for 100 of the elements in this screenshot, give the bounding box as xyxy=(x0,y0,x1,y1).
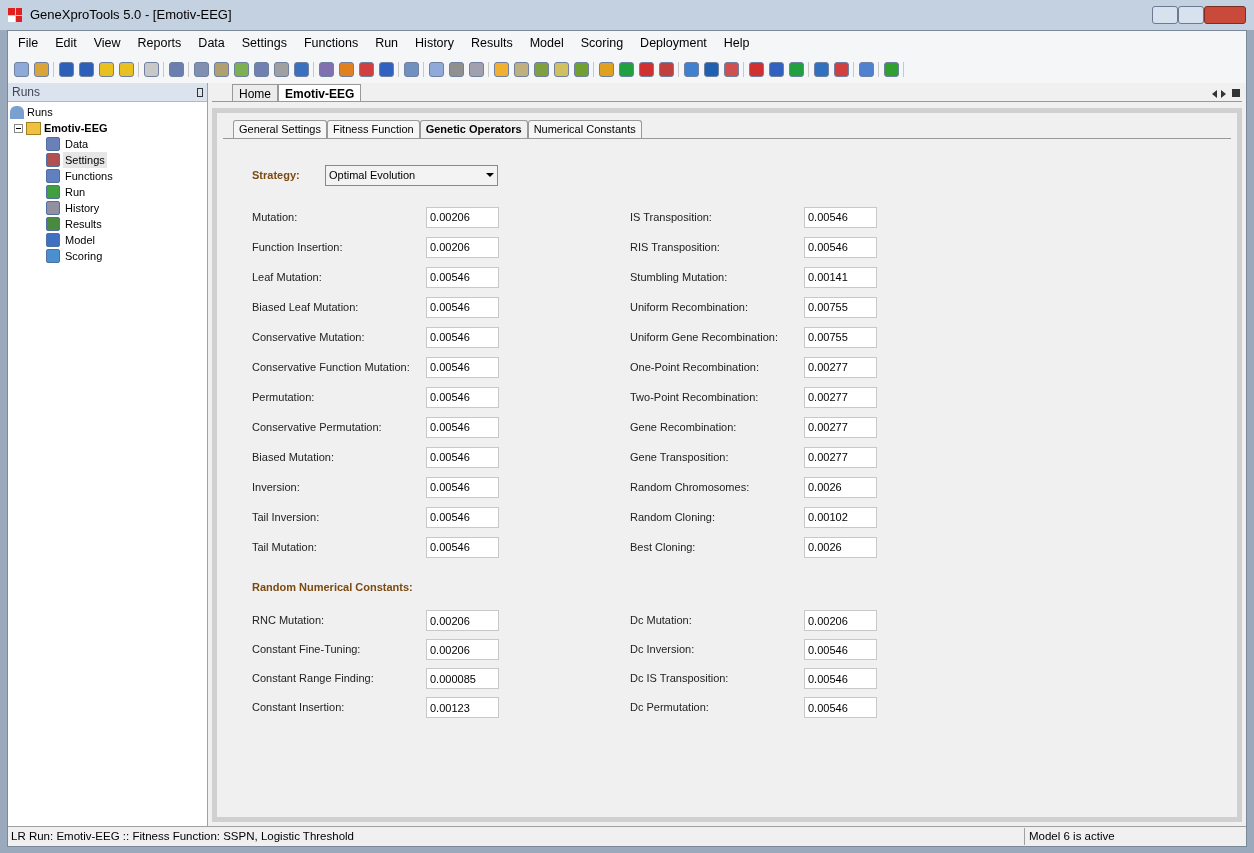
menu-item[interactable]: Data xyxy=(198,33,225,53)
toolbar-button[interactable] xyxy=(79,61,94,77)
input-field[interactable]: 0.00546 xyxy=(426,416,499,438)
menu-item[interactable]: Settings xyxy=(241,33,287,53)
toolbar-button[interactable] xyxy=(704,61,719,77)
toolbar-button[interactable] xyxy=(749,61,764,77)
toolbar-button[interactable] xyxy=(599,61,614,77)
tree-item[interactable]: Scoring xyxy=(63,247,105,265)
input-field[interactable]: 0.000085 xyxy=(426,668,499,689)
menu-item[interactable]: Scoring xyxy=(580,33,624,53)
input-field[interactable]: 0.00546 xyxy=(804,697,877,718)
toolbar-button[interactable] xyxy=(884,61,899,77)
toolbar-button[interactable] xyxy=(574,61,589,77)
tree-item[interactable]: Runs xyxy=(27,103,53,121)
input-field[interactable]: 0.00206 xyxy=(426,206,499,228)
settings-tab[interactable]: Fitness Function xyxy=(326,120,420,138)
collapse-toggle[interactable] xyxy=(14,123,23,133)
strategy-dropdown[interactable]: Optimal Evolution xyxy=(325,164,498,186)
tree-item[interactable]: Model xyxy=(63,231,97,249)
toolbar-button[interactable] xyxy=(294,61,309,77)
tree-item[interactable]: Run xyxy=(63,183,88,201)
tree-item[interactable]: Data xyxy=(63,135,91,153)
toolbar-button[interactable] xyxy=(554,61,569,77)
tree-item[interactable]: Functions xyxy=(63,167,115,185)
scroll-right-icon[interactable] xyxy=(1221,90,1226,98)
settings-tab[interactable]: Genetic Operators xyxy=(419,120,528,138)
input-field[interactable]: 0.00277 xyxy=(804,356,877,378)
document-tab[interactable]: Emotiv-EEG xyxy=(278,84,362,101)
toolbar-button[interactable] xyxy=(724,61,739,77)
maximize-button[interactable] xyxy=(1178,6,1204,24)
input-field[interactable]: 0.00123 xyxy=(426,697,499,718)
toolbar-button[interactable] xyxy=(319,61,334,77)
toolbar-button[interactable] xyxy=(339,61,354,77)
scroll-left-icon[interactable] xyxy=(1212,90,1217,98)
toolbar-button[interactable] xyxy=(449,61,464,77)
tree-item[interactable]: Emotiv-EEG xyxy=(44,119,108,137)
input-field[interactable]: 0.00206 xyxy=(804,610,877,631)
toolbar-button[interactable] xyxy=(214,61,229,77)
input-field[interactable]: 0.00546 xyxy=(426,266,499,288)
toolbar-button[interactable] xyxy=(144,61,159,77)
input-field[interactable]: 0.0026 xyxy=(804,536,877,558)
input-field[interactable]: 0.00141 xyxy=(804,266,877,288)
input-field[interactable]: 0.00546 xyxy=(804,639,877,660)
input-field[interactable]: 0.00546 xyxy=(804,668,877,689)
menu-item[interactable]: Help xyxy=(723,33,750,53)
input-field[interactable]: 0.00546 xyxy=(426,476,499,498)
toolbar-button[interactable] xyxy=(619,61,634,77)
input-field[interactable]: 0.00277 xyxy=(804,416,877,438)
toolbar-button[interactable] xyxy=(534,61,549,77)
input-field[interactable]: 0.00546 xyxy=(426,446,499,468)
menu-item[interactable]: Reports xyxy=(137,33,182,53)
toolbar-button[interactable] xyxy=(379,61,394,77)
input-field[interactable]: 0.00546 xyxy=(426,296,499,318)
input-field[interactable]: 0.00546 xyxy=(804,206,877,228)
toolbar-button[interactable] xyxy=(119,61,134,77)
toolbar-button[interactable] xyxy=(494,61,509,77)
toolbar-button[interactable] xyxy=(684,61,699,77)
toolbar-button[interactable] xyxy=(194,61,209,77)
toolbar-button[interactable] xyxy=(659,61,674,77)
toolbar-button[interactable] xyxy=(769,61,784,77)
input-field[interactable]: 0.00546 xyxy=(426,326,499,348)
menu-item[interactable]: Run xyxy=(375,33,399,53)
tree-item[interactable]: Results xyxy=(63,215,104,233)
toolbar-button[interactable] xyxy=(404,61,419,77)
toolbar-button[interactable] xyxy=(254,61,269,77)
input-field[interactable]: 0.00546 xyxy=(426,386,499,408)
toolbar-button[interactable] xyxy=(514,61,529,77)
menu-item[interactable]: Deployment xyxy=(640,33,707,53)
toolbar-button[interactable] xyxy=(99,61,114,77)
toolbar-button[interactable] xyxy=(234,61,249,77)
toolbar-button[interactable] xyxy=(274,61,289,77)
input-field[interactable]: 0.00546 xyxy=(426,356,499,378)
toolbar-button[interactable] xyxy=(59,61,74,77)
toolbar-button[interactable] xyxy=(169,61,184,77)
minimize-button[interactable] xyxy=(1152,6,1178,24)
toolbar-button[interactable] xyxy=(429,61,444,77)
tree-item[interactable]: Settings xyxy=(63,151,107,169)
menu-item[interactable]: Model xyxy=(529,33,564,53)
menu-item[interactable]: Edit xyxy=(55,33,77,53)
menu-item[interactable]: File xyxy=(18,33,39,53)
close-button[interactable] xyxy=(1204,6,1246,24)
toolbar-button[interactable] xyxy=(859,61,874,77)
input-field[interactable]: 0.00546 xyxy=(426,506,499,528)
toolbar-button[interactable] xyxy=(789,61,804,77)
input-field[interactable]: 0.00755 xyxy=(804,326,877,348)
input-field[interactable]: 0.0026 xyxy=(804,476,877,498)
tree-item[interactable]: History xyxy=(63,199,102,217)
settings-tab[interactable]: Numerical Constants xyxy=(527,120,642,138)
toolbar-button[interactable] xyxy=(639,61,654,77)
document-tab[interactable]: Home xyxy=(232,84,278,101)
input-field[interactable]: 0.00102 xyxy=(804,506,877,528)
input-field[interactable]: 0.00546 xyxy=(426,536,499,558)
settings-tab[interactable]: General Settings xyxy=(233,120,327,138)
toolbar-button[interactable] xyxy=(34,61,49,77)
pin-icon[interactable] xyxy=(197,87,203,97)
toolbar-button[interactable] xyxy=(469,61,484,77)
toolbar-button[interactable] xyxy=(359,61,374,77)
toolbar-button[interactable] xyxy=(814,61,829,77)
menu-item[interactable]: View xyxy=(93,33,121,53)
input-field[interactable]: 0.00206 xyxy=(426,236,499,258)
